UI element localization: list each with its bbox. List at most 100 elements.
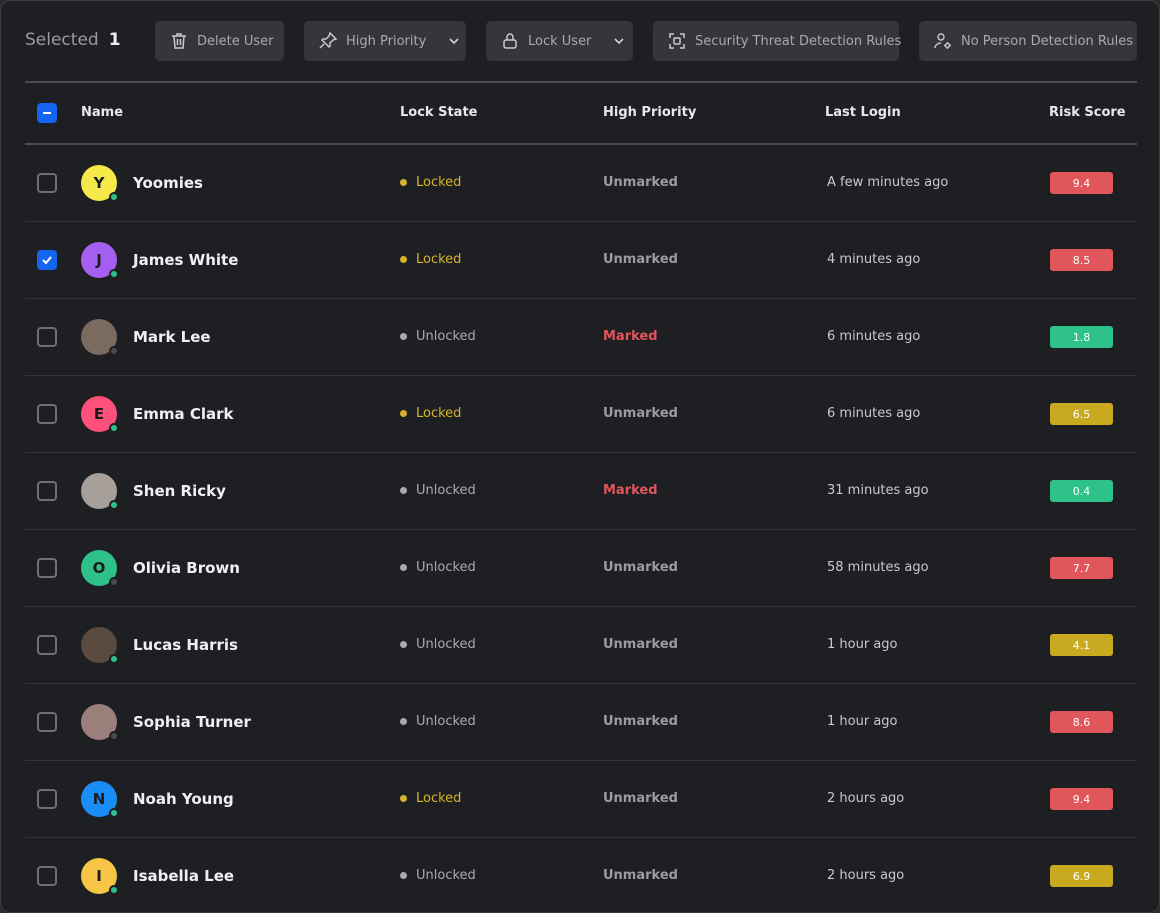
- minus-icon: [43, 112, 51, 114]
- user-name[interactable]: Mark Lee: [133, 328, 211, 346]
- avatar: O: [81, 550, 119, 587]
- security-threat-rules-button[interactable]: Security Threat Detection Rules: [653, 21, 901, 61]
- user-name[interactable]: Olivia Brown: [133, 559, 240, 577]
- high-priority-dropdown[interactable]: High Priority: [304, 21, 466, 61]
- table-row[interactable]: Lucas Harris Unlocked Unmarked 1 hour ago 4.…: [25, 607, 1137, 684]
- lock-state: Unlocked: [400, 483, 476, 498]
- last-login: 6 minutes ago: [827, 329, 921, 344]
- lock-state-dot: [400, 256, 407, 263]
- lock-state-dot: [400, 333, 407, 340]
- avatar: [81, 319, 119, 356]
- user-name[interactable]: Noah Young: [133, 790, 234, 808]
- chevron-down-icon: [449, 38, 459, 45]
- table-row[interactable]: Sophia Turner Unlocked Unmarked 1 hour ago 8…: [25, 684, 1137, 761]
- avatar: E: [81, 396, 119, 433]
- last-login: 4 minutes ago: [827, 252, 921, 267]
- presence-status-dot: [109, 423, 119, 433]
- user-name[interactable]: Isabella Lee: [133, 867, 234, 885]
- last-login: 31 minutes ago: [827, 483, 929, 498]
- selected-count: 1: [108, 30, 121, 50]
- table-row[interactable]: Y Yoomies Locked Unmarked A few minutes ago 9…: [25, 145, 1137, 222]
- avatar-initial: E: [93, 405, 105, 423]
- user-table-panel: Selected 1 Delete User High Priority Loc…: [0, 0, 1160, 913]
- priority-status: Unmarked: [603, 868, 678, 883]
- priority-status: Unmarked: [603, 560, 678, 575]
- table-row[interactable]: I Isabella Lee Unlocked Unmarked 2 hours ago…: [25, 838, 1137, 912]
- column-header-risk-score[interactable]: Risk Score: [1049, 105, 1126, 120]
- risk-score-badge: 6.9: [1050, 865, 1113, 887]
- table-row[interactable]: O Olivia Brown Unlocked Unmarked 58 minutes …: [25, 530, 1137, 607]
- priority-status: Unmarked: [603, 714, 678, 729]
- lock-state-label: Unlocked: [416, 560, 476, 575]
- table-header: Name Lock State High Priority Last Login…: [25, 83, 1137, 143]
- lock-user-dropdown[interactable]: Lock User: [486, 21, 633, 61]
- last-login: 6 minutes ago: [827, 406, 921, 421]
- row-checkbox[interactable]: [37, 712, 57, 732]
- row-checkbox[interactable]: [37, 404, 57, 424]
- user-name[interactable]: Shen Ricky: [133, 482, 226, 500]
- table-row[interactable]: J James White Locked Unmarked 4 minutes ago 8…: [25, 222, 1137, 299]
- presence-status-dot: [109, 885, 119, 895]
- priority-status: Unmarked: [603, 791, 678, 806]
- row-checkbox[interactable]: [37, 789, 57, 809]
- table-row[interactable]: E Emma Clark Locked Unmarked 6 minutes ago 6.…: [25, 376, 1137, 453]
- user-name[interactable]: Sophia Turner: [133, 713, 251, 731]
- select-all-checkbox[interactable]: [37, 103, 57, 123]
- avatar: N: [81, 781, 119, 818]
- user-name[interactable]: Emma Clark: [133, 405, 234, 423]
- risk-score-badge: 8.5: [1050, 249, 1113, 271]
- column-header-high-priority[interactable]: High Priority: [603, 105, 696, 120]
- no-person-rules-button[interactable]: No Person Detection Rules: [919, 21, 1137, 61]
- row-checkbox[interactable]: [37, 635, 57, 655]
- delete-user-button[interactable]: Delete User: [155, 21, 284, 61]
- presence-status-dot: [109, 500, 119, 510]
- row-checkbox[interactable]: [37, 327, 57, 347]
- lock-state: Locked: [400, 791, 461, 806]
- lock-state: Locked: [400, 406, 461, 421]
- column-header-lock-state[interactable]: Lock State: [400, 105, 477, 120]
- user-name[interactable]: James White: [133, 251, 238, 269]
- lock-state-dot: [400, 410, 407, 417]
- presence-status-dot: [109, 808, 119, 818]
- table-row[interactable]: Shen Ricky Unlocked Marked 31 minutes ago 0.…: [25, 453, 1137, 530]
- priority-status: Unmarked: [603, 637, 678, 652]
- no-person-rules-label: No Person Detection Rules: [961, 33, 1133, 49]
- lock-state: Unlocked: [400, 868, 476, 883]
- user-name[interactable]: Yoomies: [133, 174, 203, 192]
- column-header-name[interactable]: Name: [81, 105, 123, 120]
- table-row[interactable]: N Noah Young Locked Unmarked 2 hours ago 9.4: [25, 761, 1137, 838]
- user-name[interactable]: Lucas Harris: [133, 636, 238, 654]
- scan-icon: [669, 33, 685, 49]
- lock-state: Unlocked: [400, 329, 476, 344]
- avatar: Y: [81, 165, 119, 202]
- priority-status: Marked: [603, 329, 658, 344]
- pin-icon: [319, 31, 338, 49]
- selection-summary: Selected 1: [25, 30, 121, 50]
- row-checkbox[interactable]: [37, 866, 57, 886]
- presence-status-dot: [109, 192, 119, 202]
- row-checkbox[interactable]: [37, 173, 57, 193]
- check-icon: [42, 256, 52, 265]
- lock-state-label: Locked: [416, 175, 462, 190]
- presence-status-dot: [109, 731, 119, 741]
- lock-state-label: Locked: [416, 252, 462, 267]
- risk-score-badge: 8.6: [1050, 711, 1113, 733]
- last-login: 58 minutes ago: [827, 560, 929, 575]
- presence-status-dot: [109, 577, 119, 587]
- avatar-initial: N: [92, 790, 106, 808]
- row-checkbox[interactable]: [37, 250, 57, 270]
- selected-label: Selected: [25, 30, 99, 50]
- lock-state: Unlocked: [400, 637, 476, 652]
- row-checkbox[interactable]: [37, 481, 57, 501]
- trash-icon: [172, 33, 186, 49]
- lock-state-label: Unlocked: [416, 637, 476, 652]
- column-header-last-login[interactable]: Last Login: [825, 105, 901, 120]
- lock-state-label: Unlocked: [416, 714, 476, 729]
- risk-score-badge: 4.1: [1050, 634, 1113, 656]
- risk-score-badge: 9.4: [1050, 172, 1113, 194]
- risk-score-badge: 9.4: [1050, 788, 1113, 810]
- last-login: 1 hour ago: [827, 637, 898, 652]
- table-row[interactable]: Mark Lee Unlocked Marked 6 minutes ago 1.8: [25, 299, 1137, 376]
- lock-state-dot: [400, 564, 407, 571]
- row-checkbox[interactable]: [37, 558, 57, 578]
